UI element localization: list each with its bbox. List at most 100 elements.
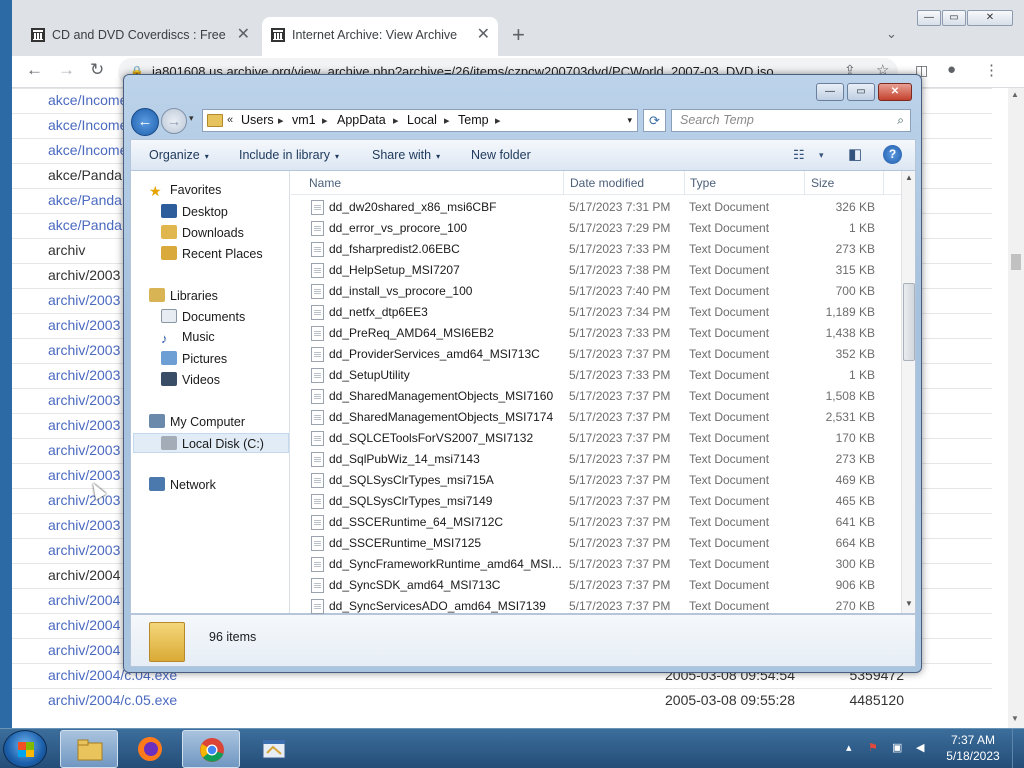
breadcrumb-separator[interactable]: ▸ <box>444 114 450 127</box>
maximize-button[interactable]: ▭ <box>847 83 875 101</box>
refresh-button[interactable]: ⟳ <box>643 109 666 132</box>
new-tab-button[interactable]: + <box>512 22 525 48</box>
archive-entry-link[interactable]: archiv/2004/c.05.exe <box>48 692 177 708</box>
breadcrumb-separator[interactable]: ▸ <box>322 114 328 127</box>
file-row[interactable]: dd_SetupUtility 5/17/2023 7:33 PM Text Doc… <box>291 365 899 386</box>
archive-entry-link[interactable]: akce/Income <box>48 117 127 133</box>
file-row[interactable]: dd_SQLSysClrTypes_msi7149 5/17/2023 7:37 … <box>291 491 899 512</box>
action-center-flag-icon[interactable]: ⚑ <box>868 741 878 754</box>
archive-entry-link[interactable]: archiv/2003 <box>48 317 120 333</box>
nav-pictures[interactable]: Pictures <box>161 351 227 366</box>
scroll-down-icon[interactable]: ▼ <box>905 599 913 608</box>
maximize-button[interactable]: ▭ <box>942 10 966 26</box>
close-tab-icon[interactable]: ✕ <box>477 17 490 53</box>
taskbar-app[interactable] <box>245 730 303 768</box>
view-dropdown-icon[interactable]: ▾ <box>819 150 824 161</box>
address-dropdown-icon[interactable]: ▾ <box>627 115 632 126</box>
show-hidden-icons-icon[interactable]: ▴ <box>846 741 852 754</box>
minimize-button[interactable]: — <box>816 83 844 101</box>
breadcrumb-temp[interactable]: Temp <box>458 113 489 127</box>
start-button[interactable] <box>3 730 47 768</box>
preview-pane-icon[interactable]: ◧ <box>848 145 862 163</box>
archive-entry-link[interactable]: archiv/2003 <box>48 342 120 358</box>
nav-recent-places[interactable]: Recent Places <box>161 246 263 261</box>
forward-icon[interactable]: → <box>58 60 75 80</box>
file-row[interactable]: dd_install_vs_procore_100 5/17/2023 7:40 … <box>291 281 899 302</box>
archive-entry-link[interactable]: archiv/2003 <box>48 367 120 383</box>
scrollbar-thumb[interactable] <box>1011 254 1021 270</box>
nav-desktop[interactable]: Desktop <box>161 204 228 219</box>
archive-entry-link[interactable]: archiv/2003 <box>48 517 120 533</box>
archive-entry-link[interactable]: archiv/2003 <box>48 467 120 483</box>
network-tray-icon[interactable]: ▣ <box>892 741 902 754</box>
breadcrumb-separator[interactable]: ▸ <box>278 114 284 127</box>
system-clock[interactable]: 7:37 AM 5/18/2023 <box>938 732 1008 764</box>
file-row[interactable]: dd_SQLCEToolsForVS2007_MSI7132 5/17/2023 … <box>291 428 899 449</box>
archive-entry-link[interactable]: akce/Income <box>48 92 127 108</box>
organize-menu[interactable]: Organize ▾ <box>149 148 209 162</box>
archive-entry-link[interactable]: akce/Panda <box>48 217 122 233</box>
file-row[interactable]: dd_SSCERuntime_64_MSI712C 5/17/2023 7:37 … <box>291 512 899 533</box>
file-row[interactable]: dd_error_vs_procore_100 5/17/2023 7:29 PM… <box>291 218 899 239</box>
tab-view-archive[interactable]: Internet Archive: View Archive ✕ <box>262 17 498 56</box>
column-name[interactable]: Name <box>309 176 341 190</box>
file-row[interactable]: dd_SSCERuntime_MSI7125 5/17/2023 7:37 PM T… <box>291 533 899 554</box>
scrollbar-thumb[interactable] <box>903 283 915 361</box>
volume-muted-icon[interactable]: ◀ <box>916 741 924 754</box>
back-button[interactable]: ← <box>131 108 159 136</box>
profile-avatar-icon[interactable]: ● <box>947 61 956 78</box>
taskbar-chrome[interactable] <box>182 730 240 768</box>
taskbar-firefox[interactable] <box>121 730 179 768</box>
file-row[interactable]: dd_dw20shared_x86_msi6CBF 5/17/2023 7:31 … <box>291 197 899 218</box>
include-in-library-menu[interactable]: Include in library ▾ <box>239 148 339 162</box>
search-icon[interactable]: ⌕ <box>897 110 904 131</box>
file-list-scrollbar[interactable]: ▲ ▼ <box>901 171 915 613</box>
breadcrumb-local[interactable]: Local <box>407 113 437 127</box>
tab-search-icon[interactable]: ⌄ <box>886 26 897 42</box>
tab-coverdiscs[interactable]: CD and DVD Coverdiscs : Free So ✕ <box>22 17 258 56</box>
archive-entry-link[interactable]: archiv/2004 <box>48 617 120 633</box>
archive-entry-link[interactable]: archiv/2003 <box>48 392 120 408</box>
archive-entry-link[interactable]: archiv/2004 <box>48 592 120 608</box>
nav-network[interactable]: Network <box>149 477 216 492</box>
file-row[interactable]: dd_PreReq_AMD64_MSI6EB2 5/17/2023 7:33 PM… <box>291 323 899 344</box>
column-date-modified[interactable]: Date modified <box>570 176 644 190</box>
column-divider[interactable] <box>883 171 884 195</box>
file-row[interactable]: dd_SqlPubWiz_14_msi7143 5/17/2023 7:37 PM… <box>291 449 899 470</box>
archive-entry-link[interactable]: archiv/2004 <box>48 642 120 658</box>
file-row[interactable]: dd_netfx_dtp6EE3 5/17/2023 7:34 PM Text Do… <box>291 302 899 323</box>
minimize-button[interactable]: — <box>917 10 941 26</box>
breadcrumb-vm1[interactable]: vm1 <box>292 113 316 127</box>
nav-music[interactable]: ♪ Music <box>161 330 215 346</box>
forward-button[interactable]: → <box>161 108 187 134</box>
crumb-overflow[interactable]: « <box>227 114 233 126</box>
scroll-up-icon[interactable]: ▲ <box>905 173 913 182</box>
column-divider[interactable] <box>563 171 564 195</box>
reload-icon[interactable]: ↻ <box>90 60 104 80</box>
file-row[interactable]: dd_SQLSysClrTypes_msi715A 5/17/2023 7:37 … <box>291 470 899 491</box>
file-row[interactable]: dd_ProviderServices_amd64_MSI713C 5/17/20… <box>291 344 899 365</box>
nav-documents[interactable]: Documents <box>161 309 245 324</box>
nav-local-disk-c[interactable]: Local Disk (C:) <box>133 433 289 453</box>
show-desktop-button[interactable] <box>1012 729 1024 768</box>
file-row[interactable]: dd_SharedManagementObjects_MSI7160 5/17/2… <box>291 386 899 407</box>
nav-my-computer[interactable]: My Computer <box>149 414 245 429</box>
breadcrumb-users[interactable]: Users <box>241 113 274 127</box>
share-with-menu[interactable]: Share with ▾ <box>372 148 440 162</box>
back-icon[interactable]: ← <box>26 60 43 80</box>
archive-entry-link[interactable]: archiv/2003 <box>48 292 120 308</box>
archive-entry-link[interactable]: akce/Panda <box>48 192 122 208</box>
taskbar-explorer[interactable] <box>60 730 118 768</box>
breadcrumb-separator[interactable]: ▸ <box>393 114 399 127</box>
recent-pages-dropdown[interactable]: ▾ <box>189 113 194 124</box>
archive-entry-link[interactable]: archiv/2003 <box>48 417 120 433</box>
column-divider[interactable] <box>684 171 685 195</box>
scroll-down-icon[interactable]: ▼ <box>1011 714 1019 723</box>
nav-libraries[interactable]: Libraries <box>149 288 218 303</box>
column-divider[interactable] <box>804 171 805 195</box>
new-folder-button[interactable]: New folder <box>471 148 531 162</box>
breadcrumb-separator[interactable]: ▸ <box>495 114 501 127</box>
address-bar[interactable]: « Users ▸ vm1 ▸ AppData ▸ Local ▸ Temp ▸… <box>202 109 638 132</box>
column-type[interactable]: Type <box>690 176 716 190</box>
nav-favorites[interactable]: ★ Favorites <box>149 183 221 199</box>
